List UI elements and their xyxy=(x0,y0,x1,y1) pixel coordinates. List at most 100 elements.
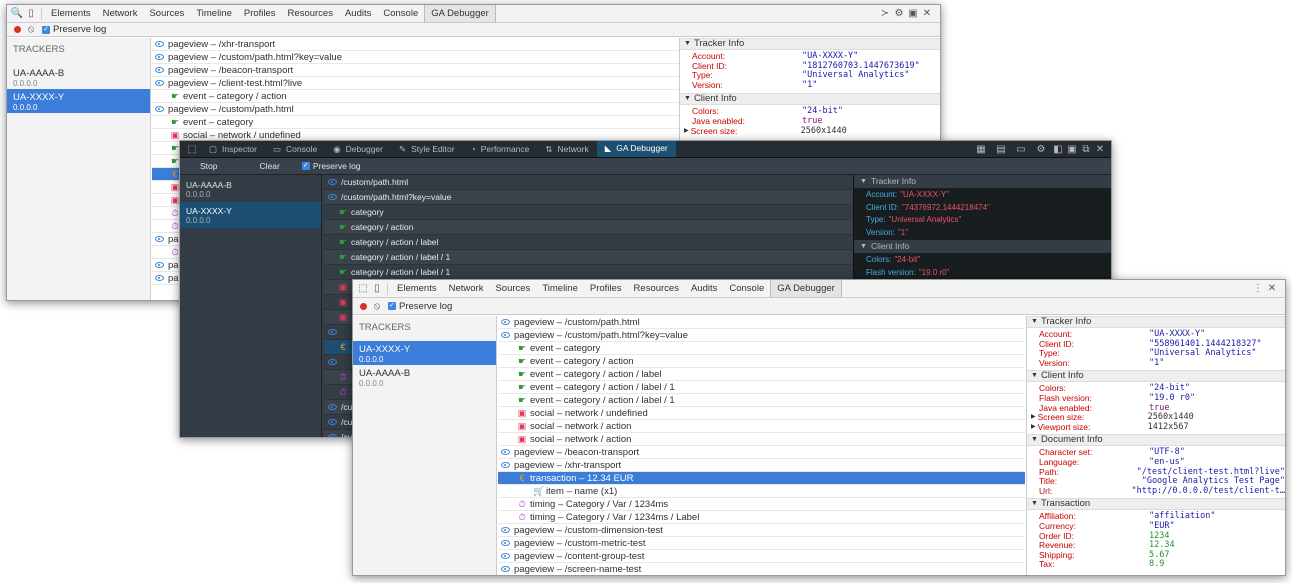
settings-gear-icon[interactable]: ⚙ xyxy=(892,7,906,21)
hit-row[interactable]: ▣ social – network / action xyxy=(498,433,1025,446)
hit-row[interactable]: ☛ event – category xyxy=(498,342,1025,355)
close-icon[interactable]: ✕ xyxy=(1265,282,1279,296)
tab-console[interactable]: ▭ Console xyxy=(265,141,325,157)
hit-row[interactable]: ☛ event – category / action xyxy=(152,90,679,103)
expand-arrow-icon[interactable]: ▶ xyxy=(1031,423,1036,433)
tracker-item[interactable]: UA-XXXX-Y 0.0.0.0 xyxy=(7,89,150,113)
hit-row[interactable]: pageview – /content-group-test xyxy=(498,550,1025,563)
hit-row[interactable]: ☛ category / action / label / 1 xyxy=(324,250,852,265)
hit-row[interactable]: pageview – /xhr-transport xyxy=(498,459,1025,472)
hit-row[interactable]: ▣ social – network / undefined xyxy=(498,407,1025,420)
hit-row[interactable]: /custom/path.html xyxy=(324,175,852,190)
hit-row[interactable]: pageview – /custom-dimension-test xyxy=(498,524,1025,537)
tab-network[interactable]: Network xyxy=(443,280,490,297)
clear-icon[interactable]: ⦸ xyxy=(24,23,38,36)
device-mode-icon[interactable]: ▯ xyxy=(370,282,384,296)
hit-row[interactable]: pageview – /xhr-transport xyxy=(152,38,679,51)
hit-row[interactable]: ☛ event – category / action / label / 1 xyxy=(498,381,1025,394)
preserve-log-checkbox[interactable]: ✓ xyxy=(42,25,50,34)
tab-timeline[interactable]: Timeline xyxy=(536,280,584,297)
hit-row[interactable]: pageview – /custom-metric-test xyxy=(498,537,1025,550)
hit-row[interactable]: ☛ category / action / label xyxy=(324,235,852,250)
tab-sources[interactable]: Sources xyxy=(143,5,190,22)
split-console-icon[interactable]: ▤ xyxy=(991,142,1011,156)
frame-select-icon[interactable]: ▦ xyxy=(971,142,991,156)
hit-row[interactable]: pageview – /custom/path.html xyxy=(152,103,679,116)
hit-row[interactable]: ⏱ timing – Category / Var / 1234ms xyxy=(498,498,1025,511)
section-header[interactable]: ▼ Transaction xyxy=(1027,498,1285,511)
dock-side-icon[interactable]: ◧ xyxy=(1051,142,1065,156)
tab-performance[interactable]: ◔ Performance xyxy=(463,141,538,157)
section-header-tracker-info[interactable]: ▼ Tracker Info xyxy=(854,175,1111,188)
hit-row[interactable]: pageview – /beacon-transport xyxy=(498,446,1025,459)
tab-inspector[interactable]: ▢ Inspector xyxy=(201,141,265,157)
stop-button[interactable]: Stop xyxy=(200,161,218,171)
tab-resources[interactable]: Resources xyxy=(282,5,339,22)
clear-icon[interactable]: ⦸ xyxy=(370,299,384,313)
tab-style-editor[interactable]: ✎ Style Editor xyxy=(391,141,463,157)
dock-side-icon[interactable]: ▣ xyxy=(906,7,920,21)
settings-gear-icon[interactable]: ⚙ xyxy=(1031,142,1051,156)
hit-row[interactable]: /custom/path.html?key=value xyxy=(324,190,852,205)
tab-audits[interactable]: Audits xyxy=(339,5,377,22)
close-icon[interactable]: ✕ xyxy=(920,7,934,21)
tracker-item[interactable]: UA-XXXX-Y 0.0.0.0 xyxy=(180,202,321,228)
section-header[interactable]: ▼ Client Info xyxy=(1027,370,1285,383)
tab-ga-debugger[interactable]: ◣ GA Debugger xyxy=(596,141,676,157)
hit-row[interactable]: ☛ category / action xyxy=(324,220,852,235)
tab-timeline[interactable]: Timeline xyxy=(190,5,238,22)
section-header[interactable]: ▼ Tracker Info xyxy=(1027,316,1285,328)
clear-button[interactable]: Clear xyxy=(260,161,280,171)
hit-row[interactable]: pageview – /client-test.html?live xyxy=(152,77,679,90)
hit-row[interactable]: 🛒 item – name (x1) xyxy=(498,485,1025,498)
hit-row[interactable]: ⏱ timing – Category / Var / 1234ms / Labe… xyxy=(498,511,1025,524)
tab-network[interactable]: Network xyxy=(97,5,144,22)
hit-row[interactable]: ☛ event – category xyxy=(152,116,679,129)
hit-row[interactable]: pageview – /custom/path.html?key=value xyxy=(152,51,679,64)
tab-resources[interactable]: Resources xyxy=(628,280,685,297)
hit-row[interactable]: ▣ social – network / action xyxy=(498,420,1025,433)
record-icon[interactable] xyxy=(10,23,24,36)
pick-element-icon[interactable]: ⬚ xyxy=(183,142,201,156)
section-header-client-info[interactable]: ▼ Client Info xyxy=(854,240,1111,253)
tab-audits[interactable]: Audits xyxy=(685,280,723,297)
tab-debugger[interactable]: ◉ Debugger xyxy=(325,141,391,157)
device-mode-icon[interactable]: ▯ xyxy=(24,7,38,21)
hit-row[interactable]: pageview – /custom/path.html xyxy=(498,316,1025,329)
record-icon[interactable] xyxy=(356,299,370,313)
inspect-icon[interactable]: 🔍 xyxy=(10,7,24,21)
tracker-item[interactable]: UA-AAAA-B 0.0.0.0 xyxy=(353,365,496,389)
hit-row[interactable]: ☛ category / action / label / 1 xyxy=(324,265,852,280)
tab-ga-debugger[interactable]: GA Debugger xyxy=(770,280,842,297)
console-drawer-icon[interactable]: ≻ xyxy=(878,7,892,21)
hit-row[interactable]: € transaction – 12.34 EUR xyxy=(498,472,1025,485)
preserve-log-checkbox[interactable]: ✓ xyxy=(388,302,396,310)
tab-network[interactable]: ⇅ Network xyxy=(537,141,596,157)
hit-row[interactable]: ☛ category xyxy=(324,205,852,220)
tab-console[interactable]: Console xyxy=(377,5,424,22)
expand-arrow-icon[interactable]: ▶ xyxy=(684,127,689,137)
tab-elements[interactable]: Elements xyxy=(45,5,97,22)
tab-elements[interactable]: Elements xyxy=(391,280,443,297)
tracker-item[interactable]: UA-AAAA-B 0.0.0.0 xyxy=(7,65,150,89)
hit-row[interactable]: ☛ event – category / action xyxy=(498,355,1025,368)
responsive-icon[interactable]: ▭ xyxy=(1011,142,1031,156)
hit-row[interactable]: ☛ event – category / action / label xyxy=(498,368,1025,381)
inspect-icon[interactable]: ⬚ xyxy=(356,282,370,296)
close-icon[interactable]: ✕ xyxy=(1093,142,1107,156)
dock-bottom-icon[interactable]: ▣ xyxy=(1065,142,1079,156)
more-options-icon[interactable]: ⋮ xyxy=(1251,282,1265,296)
hit-row[interactable]: pageview – /screen-name-test xyxy=(498,563,1025,575)
hit-row[interactable]: pageview – /custom/path.html?key=value xyxy=(498,329,1025,342)
hit-row[interactable]: ☛ event – category / action / label / 1 xyxy=(498,394,1025,407)
hit-row[interactable]: pageview – /beacon-transport xyxy=(152,64,679,77)
tracker-item[interactable]: UA-XXXX-Y 0.0.0.0 xyxy=(353,341,496,365)
tab-profiles[interactable]: Profiles xyxy=(238,5,282,22)
undock-icon[interactable]: ⧉ xyxy=(1079,142,1093,156)
tab-profiles[interactable]: Profiles xyxy=(584,280,628,297)
tab-sources[interactable]: Sources xyxy=(489,280,536,297)
section-header-client-info[interactable]: ▼ Client Info xyxy=(680,93,940,106)
section-header-tracker-info[interactable]: ▼ Tracker Info xyxy=(680,38,940,50)
expand-arrow-icon[interactable]: ▶ xyxy=(1031,413,1036,423)
section-header[interactable]: ▼ Document Info xyxy=(1027,434,1285,447)
